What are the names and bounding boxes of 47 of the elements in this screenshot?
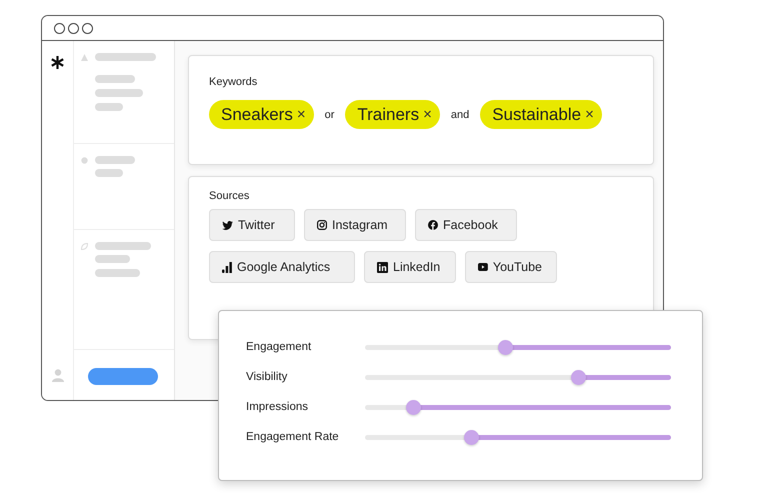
window-control-icon[interactable] xyxy=(68,22,79,34)
card-title: Sources xyxy=(209,190,250,202)
play-icon xyxy=(478,263,488,271)
slider-thumb[interactable] xyxy=(406,400,421,414)
metric-label: Impressions xyxy=(246,401,309,413)
keyword-label: Trainers xyxy=(357,104,420,124)
placeholder-bar xyxy=(95,255,130,263)
metric-label: Visibility xyxy=(246,371,288,383)
remove-button[interactable]: × xyxy=(421,106,434,123)
placeholder-bar xyxy=(95,156,135,164)
metric-label: Engagement Rate xyxy=(246,431,340,443)
leaf-icon xyxy=(81,242,88,250)
placeholder-bar xyxy=(95,269,140,277)
placeholder-bar xyxy=(95,242,151,250)
bar-chart-icon xyxy=(222,262,232,272)
slider-thumb[interactable] xyxy=(464,430,480,444)
placeholder-bar xyxy=(95,103,123,111)
triangle-icon xyxy=(81,54,88,60)
bird-icon xyxy=(222,220,233,230)
connector-word: and xyxy=(450,108,470,120)
source-button[interactable]: LinkedIn xyxy=(364,251,456,283)
card-title: Keywords xyxy=(209,76,258,88)
source-button[interactable]: Google Analytics xyxy=(209,251,355,283)
remove-button[interactable]: × xyxy=(583,106,596,123)
placeholder-bar xyxy=(95,169,123,177)
circle-f-icon xyxy=(428,220,438,230)
source-button[interactable]: YouTube xyxy=(465,251,557,283)
placeholder-button[interactable] xyxy=(88,368,158,385)
keyword-label: Sneakers xyxy=(221,104,293,124)
connector-word: or xyxy=(324,108,336,120)
remove-button[interactable]: × xyxy=(294,106,308,123)
asterisk-icon xyxy=(51,56,64,69)
window-control-icon[interactable] xyxy=(54,22,65,34)
placeholder-bar xyxy=(95,89,143,97)
slider-thumb[interactable] xyxy=(571,370,586,384)
placeholder-bar xyxy=(95,75,135,83)
source-button[interactable]: Twitter xyxy=(209,209,295,241)
placeholder-bar xyxy=(95,53,156,61)
metric-label: Engagement xyxy=(246,341,312,353)
in-square-icon xyxy=(377,262,388,272)
camera-icon xyxy=(317,220,327,230)
source-button[interactable]: Instagram xyxy=(304,209,406,241)
keyword-label: Sustainable xyxy=(492,104,582,124)
slider-thumb[interactable] xyxy=(498,340,513,354)
window-control-icon[interactable] xyxy=(82,22,93,34)
source-button[interactable]: Facebook xyxy=(415,209,517,241)
user-icon[interactable] xyxy=(52,369,64,382)
